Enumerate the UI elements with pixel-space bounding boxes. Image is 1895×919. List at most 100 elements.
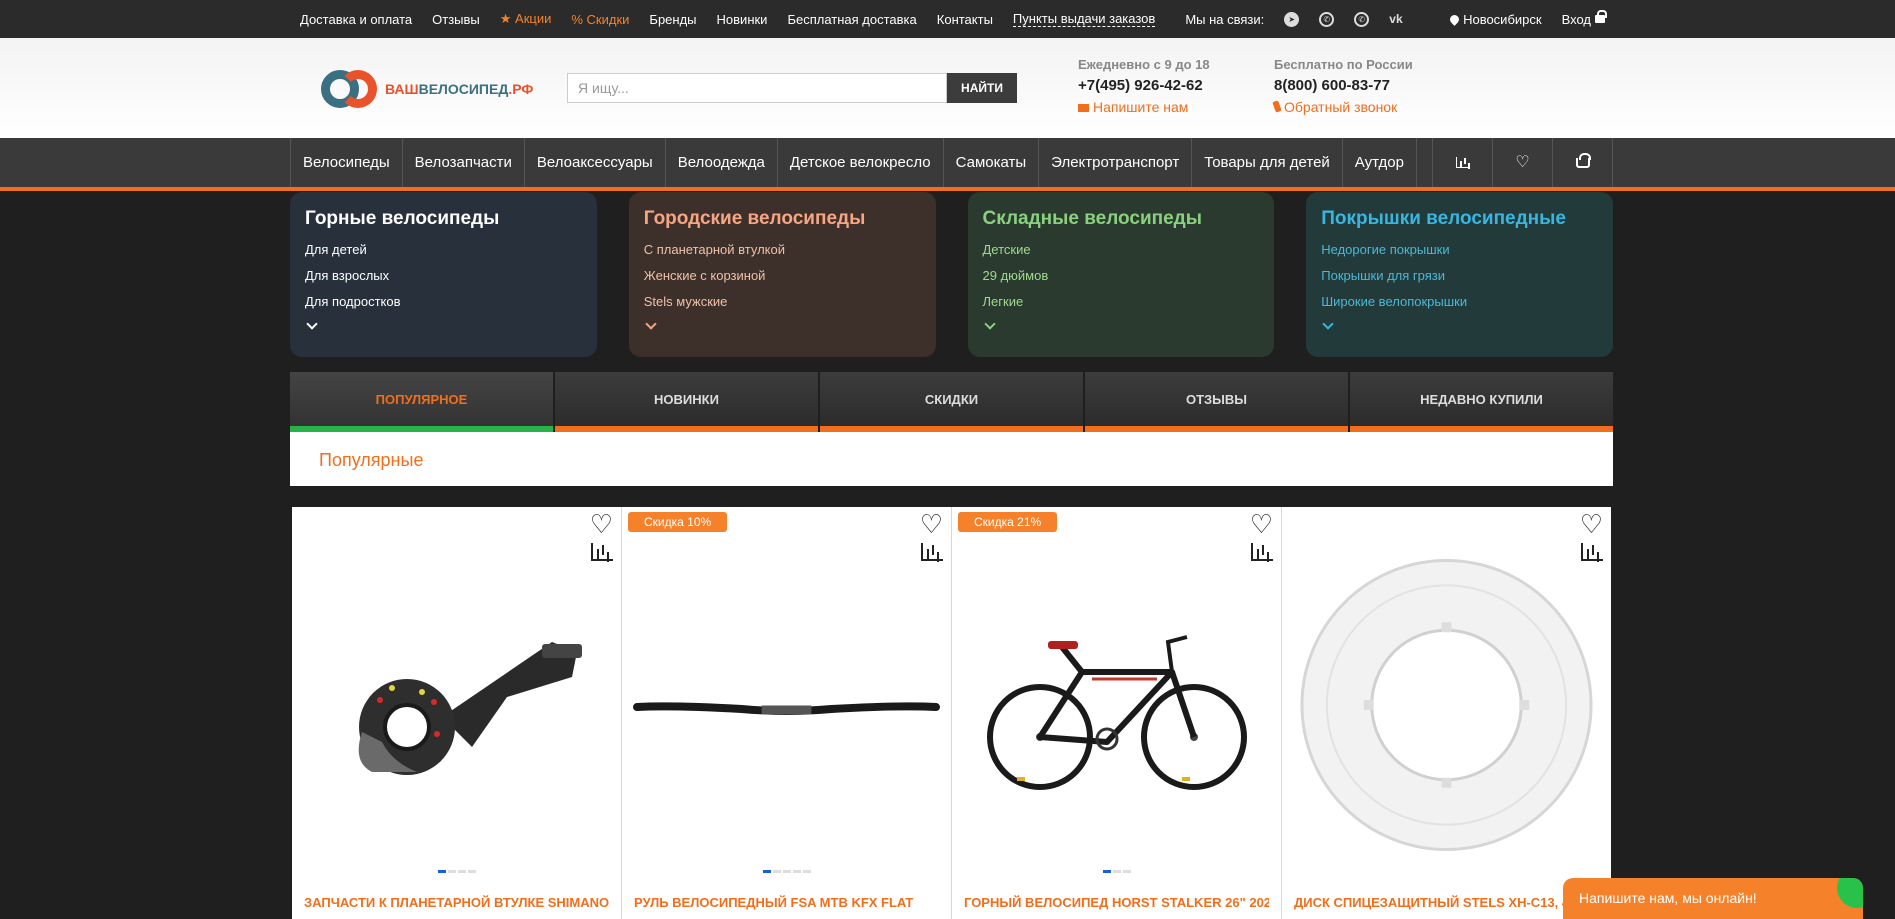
category-sub-link[interactable]: Широкие велопокрышки xyxy=(1321,294,1598,309)
category-sub-link[interactable]: Для детей xyxy=(305,242,582,257)
category-sub-link[interactable]: Детские xyxy=(983,242,1260,257)
tab-recently-bought[interactable]: НЕДАВНО КУПИЛИ xyxy=(1350,372,1613,432)
product-card[interactable]: Скидка 21% ♡ ГОРНЫЙ ВЕЛОСИПЕД HORST STAL… xyxy=(952,507,1281,919)
product-image[interactable] xyxy=(302,567,611,847)
category-title[interactable]: Горные велосипеды xyxy=(305,208,582,230)
nav-item-bicycles[interactable]: Велосипеды xyxy=(291,138,403,187)
link-free-delivery[interactable]: Бесплатная доставка xyxy=(787,12,916,27)
whatsapp-icon[interactable]: ✆ xyxy=(1319,11,1335,27)
image-pager[interactable] xyxy=(952,870,1281,873)
callback-link[interactable]: Обратный звонок xyxy=(1272,99,1413,115)
top-bar: Доставка и оплата Отзывы ★ Акции % Скидк… xyxy=(0,0,1895,38)
category-sub-link[interactable]: Для взрослых xyxy=(305,268,582,283)
product-image[interactable] xyxy=(632,567,941,847)
product-title[interactable]: РУЛЬ ВЕЛОСИПЕДНЫЙ FSA MTB KFX FLAT xyxy=(634,895,939,910)
nav-item-bike-parts[interactable]: Велозапчасти xyxy=(403,138,525,187)
category-card-folding[interactable]: Складные велосипеды Детские 29 дюймов Ле… xyxy=(967,192,1275,357)
product-card[interactable]: ♡ ДИСК СПИЦЕЗАЩИТНЫЙ STELS XH-C13, 4 xyxy=(1282,507,1611,919)
login-label: Вход xyxy=(1561,11,1591,27)
logo-text: ВАШВЕЛОСИПЕД.РФ xyxy=(385,81,534,97)
chevron-down-icon[interactable] xyxy=(306,318,318,330)
category-sub-link[interactable]: Недорогие покрышки xyxy=(1321,242,1598,257)
category-title[interactable]: Складные велосипеды xyxy=(983,208,1260,230)
category-card-tires[interactable]: Покрышки велосипедные Недорогие покрышки… xyxy=(1306,192,1613,357)
nav-item-child-seat[interactable]: Детское велокресло xyxy=(778,138,944,187)
nav-item-kids[interactable]: Товары для детей xyxy=(1192,138,1343,187)
location-pin-icon xyxy=(1448,12,1461,26)
link-new[interactable]: Новинки xyxy=(717,12,768,27)
nav-item-scooters[interactable]: Самокаты xyxy=(944,138,1040,187)
link-pickup-points[interactable]: Пункты выдачи заказов xyxy=(1012,11,1156,27)
link-discounts[interactable]: % Скидки xyxy=(571,12,629,27)
product-card[interactable]: Скидка 10% ♡ РУЛЬ ВЕЛОСИПЕДНЫЙ FSA MTB K… xyxy=(622,507,951,919)
image-pager[interactable] xyxy=(292,870,621,873)
product-tabs: ПОПУЛЯРНОЕ НОВИНКИ СКИДКИ ОТЗЫВЫ НЕДАВНО… xyxy=(290,372,1613,432)
product-image[interactable] xyxy=(962,567,1271,847)
chevron-down-icon[interactable] xyxy=(1322,318,1334,330)
tab-popular[interactable]: ПОПУЛЯРНОЕ xyxy=(290,372,553,432)
product-title[interactable]: ГОРНЫЙ ВЕЛОСИПЕД HORST STALKER 26" 2021 xyxy=(964,895,1269,910)
category-sub-link[interactable]: С планетарной втулкой xyxy=(644,242,921,257)
city-label: Новосибирск xyxy=(1463,11,1542,27)
category-sub-link[interactable]: Для подростков xyxy=(305,294,582,309)
chat-widget[interactable]: Напишите нам, мы онлайн! xyxy=(1563,878,1863,919)
chat-label: Напишите нам, мы онлайн! xyxy=(1579,890,1757,906)
nav-item-outdoor[interactable]: Аутдор xyxy=(1343,138,1417,187)
discount-badge: Скидка 10% xyxy=(628,512,728,532)
social-links: Мы на связи: ➤ ✆ ✆ vk xyxy=(1185,11,1403,27)
nav-item-clothing[interactable]: Велоодежда xyxy=(666,138,778,187)
category-title[interactable]: Городские велосипеды xyxy=(644,208,921,230)
vk-icon[interactable]: vk xyxy=(1389,12,1402,27)
product-image[interactable] xyxy=(1292,545,1601,865)
heart-icon[interactable]: ♡ xyxy=(590,511,613,537)
logo[interactable]: ВАШВЕЛОСИПЕД.РФ xyxy=(319,68,533,110)
product-title[interactable]: ЗАПЧАСТИ К ПЛАНЕТАРНОЙ ВТУЛКЕ SHIMANO, xyxy=(304,895,609,910)
link-delivery[interactable]: Доставка и оплата xyxy=(300,12,412,27)
mountain-bike-image xyxy=(986,635,1247,790)
handlebar-image xyxy=(632,702,941,715)
free-phone-number[interactable]: 8(800) 600-83-77 xyxy=(1274,77,1413,94)
tab-new[interactable]: НОВИНКИ xyxy=(555,372,818,432)
compare-icon[interactable] xyxy=(591,543,613,561)
nav-item-electric[interactable]: Электротранспорт xyxy=(1039,138,1193,187)
free-russia-label: Бесплатно по России xyxy=(1274,57,1413,72)
nav-item-accessories[interactable]: Велоаксессуары xyxy=(525,138,666,187)
category-card-city[interactable]: Городские велосипеды С планетарной втулк… xyxy=(628,192,936,357)
image-pager[interactable] xyxy=(622,870,951,873)
tab-discounts[interactable]: СКИДКИ xyxy=(820,372,1083,432)
link-promotions[interactable]: ★ Акции xyxy=(500,11,552,27)
product-card[interactable]: ♡ ЗАПЧАСТИ К ПЛАНЕТАРНОЙ ВТУЛКЕ SHIMANO, xyxy=(292,507,621,919)
link-reviews[interactable]: Отзывы xyxy=(432,12,480,27)
category-sub-link[interactable]: 29 дюймов xyxy=(983,268,1260,283)
write-us-link[interactable]: Напишите нам xyxy=(1078,99,1210,115)
compare-icon[interactable] xyxy=(921,543,943,561)
category-title[interactable]: Покрышки велосипедные xyxy=(1321,208,1598,230)
product-title[interactable]: ДИСК СПИЦЕЗАЩИТНЫЙ STELS XH-C13, 4 xyxy=(1294,895,1599,910)
compare-button[interactable] xyxy=(1433,138,1493,187)
link-brands[interactable]: Бренды xyxy=(649,12,696,27)
discount-badge: Скидка 21% xyxy=(958,512,1058,532)
cart-button[interactable] xyxy=(1553,138,1613,187)
link-contacts[interactable]: Контакты xyxy=(937,12,993,27)
telegram-icon[interactable]: ➤ xyxy=(1284,11,1300,27)
search-button[interactable]: НАЙТИ xyxy=(947,73,1017,103)
tab-reviews[interactable]: ОТЗЫВЫ xyxy=(1085,372,1348,432)
compare-icon[interactable] xyxy=(1251,543,1273,561)
category-card-mountain[interactable]: Горные велосипеды Для детей Для взрослых… xyxy=(290,192,597,357)
heart-icon[interactable]: ♡ xyxy=(920,511,943,537)
category-cards: Горные велосипеды Для детей Для взрослых… xyxy=(290,192,1613,357)
viber-icon[interactable]: ✆ xyxy=(1354,11,1370,27)
phone-number[interactable]: +7(495) 926-42-62 xyxy=(1078,77,1210,94)
city-selector[interactable]: Новосибирск xyxy=(1448,11,1542,27)
favorites-button[interactable]: ♡ xyxy=(1493,138,1553,187)
category-sub-link[interactable]: Женские с корзиной xyxy=(644,268,921,283)
category-sub-link[interactable]: Stels мужские xyxy=(644,294,921,309)
category-sub-link[interactable]: Легкие xyxy=(983,294,1260,309)
search-input[interactable] xyxy=(567,73,947,103)
heart-icon[interactable]: ♡ xyxy=(1580,511,1603,537)
login-button[interactable]: Вход xyxy=(1561,9,1607,27)
heart-icon[interactable]: ♡ xyxy=(1250,511,1273,537)
category-sub-link[interactable]: Покрышки для грязи xyxy=(1321,268,1598,283)
chevron-down-icon[interactable] xyxy=(645,318,657,330)
chevron-down-icon[interactable] xyxy=(983,318,996,330)
